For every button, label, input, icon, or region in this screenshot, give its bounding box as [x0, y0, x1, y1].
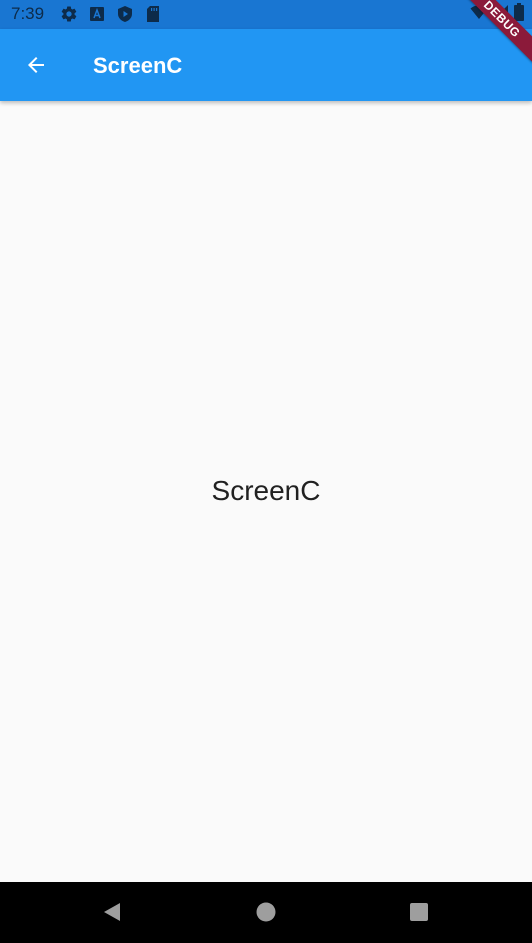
a-badge-icon	[88, 5, 106, 23]
nav-back-button[interactable]	[98, 898, 126, 926]
back-button[interactable]	[12, 41, 60, 89]
status-time: 7:39	[11, 4, 45, 23]
phone-screen: 7:39 DEBUG ScreenC ScreenC	[0, 0, 532, 943]
page-title: ScreenC	[93, 53, 183, 78]
nav-recents-button[interactable]	[405, 898, 433, 926]
back-triangle-icon	[101, 901, 123, 923]
nav-home-button[interactable]	[252, 898, 280, 926]
status-icons-left	[60, 5, 162, 23]
shield-play-icon	[116, 5, 134, 23]
recents-square-icon	[408, 901, 430, 923]
status-bar: 7:39	[0, 0, 532, 29]
sd-card-icon	[144, 5, 162, 23]
body-content: ScreenC	[0, 101, 532, 882]
arrow-back-icon	[24, 53, 48, 77]
settings-icon	[60, 5, 78, 23]
center-text: ScreenC	[211, 474, 321, 506]
app-bar: ScreenC	[0, 29, 532, 101]
home-circle-icon	[255, 901, 277, 923]
navigation-bar	[0, 882, 532, 943]
